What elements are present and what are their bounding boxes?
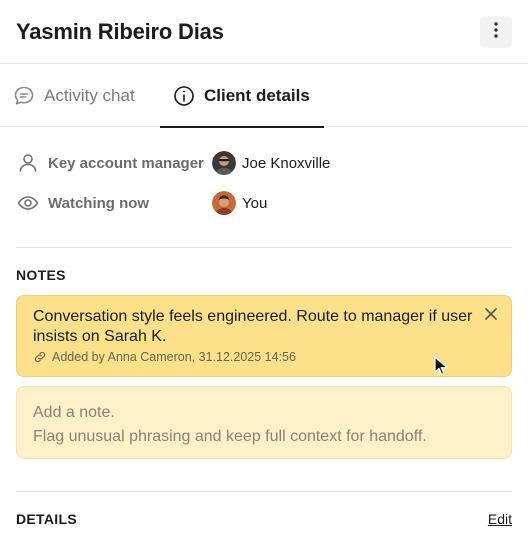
details-section-title: DETAILS — [16, 511, 77, 527]
watching-now-name: You — [242, 194, 268, 212]
note-text: Conversation style feels engineered. Rou… — [33, 308, 473, 345]
more-vertical-icon — [494, 21, 498, 43]
header: Yasmin Ribeiro Dias — [0, 0, 528, 64]
key-account-manager-value[interactable]: Joe Knoxville — [212, 151, 330, 175]
tab-activity-chat[interactable]: Activity chat — [12, 64, 135, 127]
divider — [16, 491, 512, 492]
tab-client-details[interactable]: Client details — [160, 64, 324, 128]
info-circle-icon — [172, 84, 196, 108]
note-meta: Added by Anna Cameron, 31.12.2025 14:56 — [33, 350, 296, 364]
watching-now-label: Watching now — [48, 194, 150, 212]
chat-bubble-icon — [12, 84, 36, 108]
notes-section-title: NOTES — [16, 267, 66, 283]
add-note-placeholder-hint: Flag unusual phrasing and keep full cont… — [33, 428, 427, 445]
close-note-button[interactable] — [483, 308, 499, 324]
add-note-placeholder: Add a note. — [33, 404, 115, 421]
user-icon — [16, 151, 40, 175]
close-icon — [485, 307, 497, 325]
tab-activity-chat-label: Activity chat — [44, 85, 135, 105]
watching-now-row: Watching now You — [16, 189, 512, 217]
avatar — [212, 151, 236, 175]
more-options-button[interactable] — [480, 16, 512, 48]
edit-details-link[interactable]: Edit — [488, 511, 512, 527]
tab-client-details-label: Client details — [204, 85, 310, 105]
eye-icon — [16, 191, 40, 215]
key-account-manager-name: Joe Knoxville — [242, 154, 331, 172]
link-icon — [33, 350, 47, 364]
key-account-manager-label: Key account manager — [48, 154, 204, 172]
key-account-manager-row: Key account manager Joe Knoxville — [16, 149, 512, 177]
add-note-input[interactable]: Add a note. Flag unusual phrasing and ke… — [16, 386, 512, 459]
mouse-cursor-icon — [434, 356, 448, 376]
avatar — [212, 191, 236, 215]
watching-now-value: You — [212, 191, 267, 215]
note-meta-text: Added by Anna Cameron, 31.12.2025 14:56 — [52, 350, 296, 364]
divider — [16, 247, 512, 248]
tab-bar: Activity chat Client details — [0, 64, 528, 128]
page-title: Yasmin Ribeiro Dias — [16, 19, 224, 44]
